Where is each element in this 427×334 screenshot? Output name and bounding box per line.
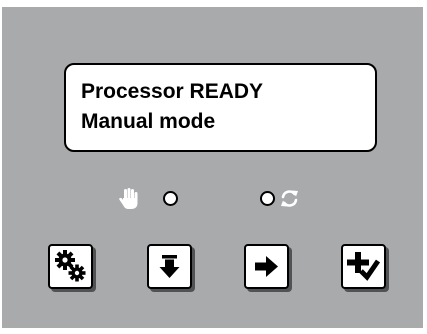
cycle-icon (281, 190, 298, 207)
manual-mode-led (163, 191, 178, 206)
display-line-2: Manual mode (81, 110, 216, 133)
auto-mode-led (260, 191, 275, 206)
hand-icon (119, 188, 138, 209)
arrow-down-icon (159, 255, 180, 278)
control-panel: Processor READY Manual mode (0, 0, 427, 334)
settings-button[interactable] (48, 244, 93, 289)
plus-check-icon (347, 252, 381, 281)
lcd-display: Processor READY Manual mode (64, 63, 377, 152)
add-confirm-button[interactable] (341, 244, 386, 289)
arrow-right-icon (255, 256, 278, 277)
next-button[interactable] (244, 244, 289, 289)
display-line-1: Processor READY (81, 80, 264, 103)
step-down-button[interactable] (147, 244, 192, 289)
gears-icon (55, 250, 86, 282)
